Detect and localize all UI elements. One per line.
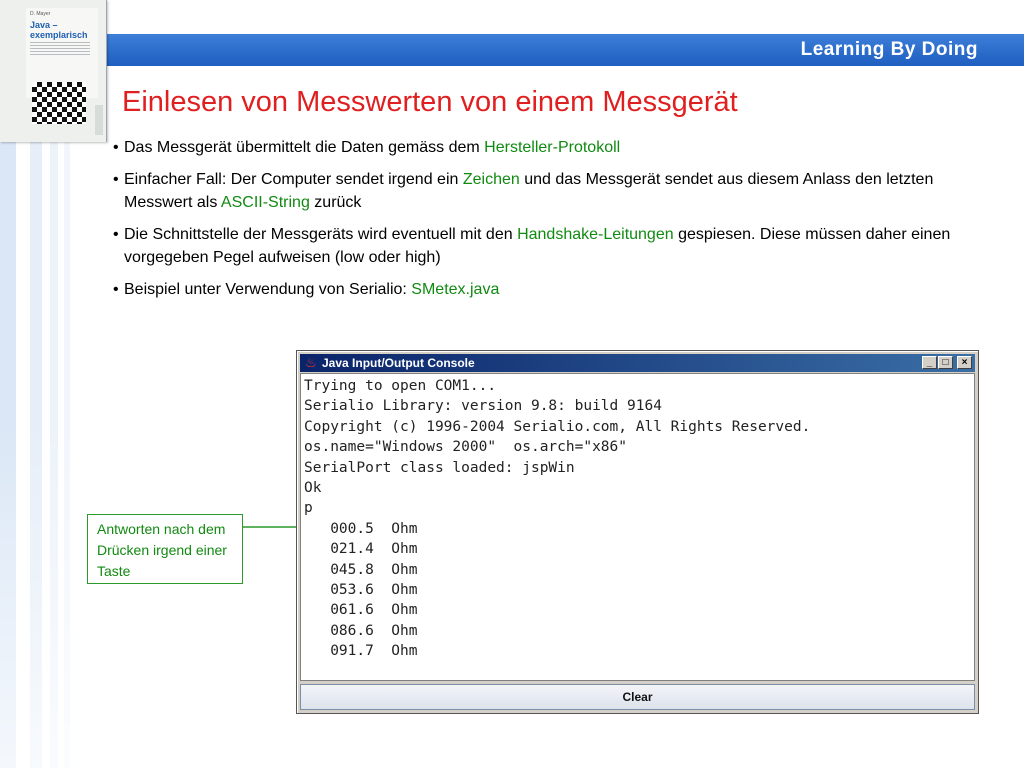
slide-headline: Einlesen von Messwerten von einem Messge… bbox=[122, 86, 738, 118]
bullet-item: • Einfacher Fall: Der Computer sendet ir… bbox=[113, 168, 993, 214]
console-line: p bbox=[304, 500, 313, 517]
bullet-list: • Das Messgerät übermittelt die Daten ge… bbox=[113, 136, 993, 310]
console-line: 086.6 Ohm bbox=[304, 622, 418, 639]
bullet-dot: • bbox=[113, 171, 119, 188]
console-line: Trying to open COM1... bbox=[304, 378, 497, 394]
bullet-dot: • bbox=[113, 226, 119, 243]
console-line: os.name="Windows 2000" os.arch="x86" bbox=[304, 439, 628, 456]
book-cover-image: D. Mayer Java – exemplarisch bbox=[0, 0, 107, 142]
console-line: Serialio Library: version 9.8: build 916… bbox=[304, 398, 662, 415]
console-line: Copyright (c) 1996-2004 Serialio.com, Al… bbox=[304, 418, 811, 435]
console-line: 091.7 Ohm bbox=[304, 643, 418, 660]
book-title-line1: Java – bbox=[30, 20, 58, 30]
console-line: 061.6 Ohm bbox=[304, 602, 418, 619]
console-output-area[interactable]: Trying to open COM1... Serialio Library:… bbox=[300, 373, 975, 681]
bullet-text: Einfacher Fall: Der Computer sendet irge… bbox=[124, 171, 463, 188]
bullet-item: • Beispiel unter Verwendung von Serialio… bbox=[113, 278, 993, 301]
window-titlebar[interactable]: ♨ Java Input/Output Console _ □ × bbox=[300, 354, 975, 372]
bullet-dot: • bbox=[113, 281, 119, 298]
banner-title: Learning By Doing bbox=[800, 39, 978, 60]
chessboard-image bbox=[32, 82, 86, 124]
window-title: Java Input/Output Console bbox=[322, 356, 475, 370]
callout-text: Antworten nach dem Drücken irgend einer … bbox=[97, 521, 227, 579]
minimize-button[interactable]: _ bbox=[922, 356, 937, 369]
bullet-text: Die Schnittstelle der Messgeräts wird ev… bbox=[124, 226, 518, 243]
close-button[interactable]: × bbox=[957, 356, 972, 369]
bullet-text: Das Messgerät übermittelt die Daten gemä… bbox=[124, 139, 485, 156]
maximize-button[interactable]: □ bbox=[938, 356, 953, 369]
bullet-item: • Das Messgerät übermittelt die Daten ge… bbox=[113, 136, 993, 159]
book-author: D. Mayer bbox=[30, 11, 51, 17]
book-title-line2: exemplarisch bbox=[30, 30, 88, 40]
java-console-window[interactable]: ♨ Java Input/Output Console _ □ × Trying… bbox=[296, 350, 979, 714]
bullet-highlight: Zeichen bbox=[462, 171, 520, 188]
book-title: Java – exemplarisch bbox=[30, 20, 88, 40]
bullet-highlight: Handshake-Leitungen bbox=[517, 226, 674, 243]
console-line: 021.4 Ohm bbox=[304, 541, 418, 558]
bullet-highlight-link: SMetex.java bbox=[411, 281, 500, 298]
bullet-item: • Die Schnittstelle der Messgeräts wird … bbox=[113, 223, 993, 269]
bullet-dot: • bbox=[113, 139, 119, 156]
console-line: SerialPort class loaded: jspWin bbox=[304, 459, 575, 476]
console-line: 053.6 Ohm bbox=[304, 582, 418, 599]
bullet-text: zurück bbox=[309, 194, 362, 211]
clear-button[interactable]: Clear bbox=[300, 684, 975, 710]
console-line: Ok bbox=[304, 480, 322, 497]
callout-box: Antworten nach dem Drücken irgend einer … bbox=[87, 514, 243, 584]
book-spine bbox=[95, 105, 103, 135]
bullet-highlight: ASCII-String bbox=[220, 194, 310, 211]
java-cup-icon: ♨ bbox=[305, 355, 317, 370]
bullet-text: Beispiel unter Verwendung von Serialio: bbox=[124, 281, 412, 298]
console-line: 045.8 Ohm bbox=[304, 561, 418, 578]
console-line: 000.5 Ohm bbox=[304, 520, 418, 537]
book-subtitle-lines bbox=[30, 42, 90, 56]
bullet-highlight: Hersteller-Protokoll bbox=[484, 139, 621, 156]
top-banner: Learning By Doing bbox=[0, 34, 1024, 66]
